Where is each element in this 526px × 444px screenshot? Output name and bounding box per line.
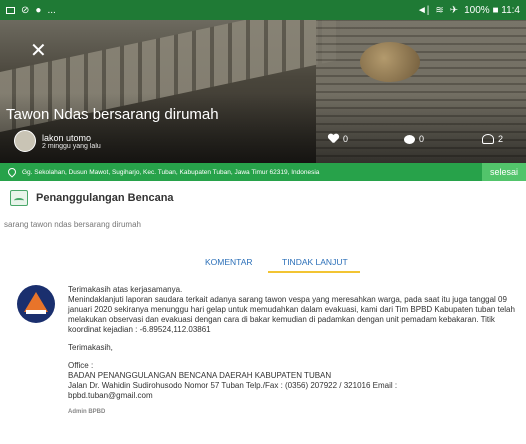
comment-count: 0 <box>419 134 425 144</box>
status-right: ◄| ≋ ✈ 100% ■ 11:4 <box>417 5 520 16</box>
author-name: lakon utomo <box>42 132 92 143</box>
people-icon <box>482 134 494 144</box>
category-title: Penanggulangan Bencana <box>36 192 174 204</box>
signal-sync-icon: ⊘ <box>21 4 30 16</box>
status-left: ⊘ ● ... <box>6 5 56 16</box>
office-email: bpbd.tuban@gmail.com <box>68 391 153 400</box>
follow-up-message: Terimakasih atas kerjasamanya. Menindakl… <box>68 285 520 417</box>
message-greeting: Terimakasih atas kerjasamanya. <box>68 285 183 294</box>
tab-komentar[interactable]: KOMENTAR <box>205 257 253 267</box>
tab-tindak-lanjut[interactable]: TINDAK LANJUT <box>282 257 348 267</box>
like-button[interactable]: 0 <box>328 134 348 144</box>
mute-icon: ◄| <box>416 4 430 16</box>
image-icon <box>6 6 15 14</box>
tab-bar: KOMENTAR TINDAK LANJUT <box>0 252 526 274</box>
photo-shade <box>0 93 526 163</box>
author-block: lakon utomo 2 minggu yang lalu <box>14 130 101 152</box>
location-address: Gg. Sekolahan, Dusun Mawot, Sugiharjo, K… <box>22 168 320 176</box>
comment-button[interactable]: 0 <box>404 134 424 144</box>
location-pin-icon <box>6 166 18 178</box>
avatar[interactable] <box>14 130 36 152</box>
office-address: Jalan Dr. Wahidin Sudirohusodo Nomor 57 … <box>68 381 398 390</box>
bpbd-logo <box>17 285 55 323</box>
status-ellipsis: ... <box>47 4 56 16</box>
like-count: 0 <box>343 134 349 144</box>
follow-count: 2 <box>498 134 504 144</box>
photo-nest <box>360 42 420 82</box>
follow-button[interactable]: 2 <box>482 134 503 144</box>
active-tab-indicator <box>268 271 360 273</box>
status-selesai-button[interactable]: selesai <box>482 163 526 181</box>
airplane-icon: ✈ <box>449 4 459 16</box>
wifi-icon: ≋ <box>435 4 444 16</box>
office-name: BADAN PENANGGULANGAN BENCANA DAERAH KABU… <box>68 371 332 380</box>
report-photo: ✕ Tawon Ndas bersarang dirumah lakon uto… <box>0 20 526 163</box>
heart-icon <box>328 134 339 144</box>
report-title: Tawon Ndas bersarang dirumah <box>6 106 219 123</box>
post-time: 2 minggu yang lalu <box>42 142 101 150</box>
report-description: sarang tawon ndas bersarang dirumah <box>4 220 141 229</box>
category-header: Penanggulangan Bencana <box>10 190 174 206</box>
admin-signature: Admin BPBD <box>68 409 106 415</box>
bpbd-band <box>26 310 46 314</box>
message-body: Menindaklanjuti laporan saudara terkait … <box>68 295 515 334</box>
message-thanks: Terimakasih, <box>68 343 113 352</box>
bpbd-triangle <box>24 292 48 312</box>
battery-time: 100% ■ 11:4 <box>464 4 520 16</box>
disaster-category-icon <box>10 190 28 206</box>
status-bar: ⊘ ● ... ◄| ≋ ✈ 100% ■ 11:4 <box>0 0 526 20</box>
comment-icon <box>404 134 415 144</box>
office-label: Office : <box>68 361 94 370</box>
location-bar: Gg. Sekolahan, Dusun Mawot, Sugiharjo, K… <box>0 163 526 181</box>
circle-app-icon: ● <box>35 4 42 16</box>
close-icon[interactable]: ✕ <box>30 38 47 63</box>
